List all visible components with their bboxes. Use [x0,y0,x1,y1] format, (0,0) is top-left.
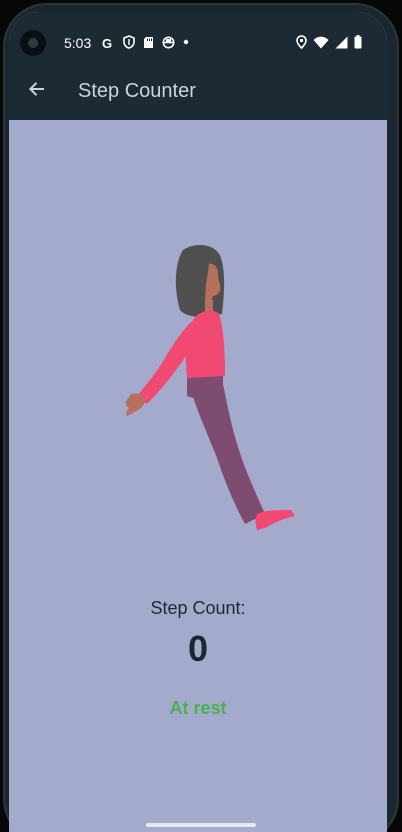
location-icon [296,35,307,49]
status-icons-left: G [102,35,189,49]
status-bar: 5:03 G [9,12,387,62]
shield-icon [123,35,135,49]
app-bar: Step Counter [9,62,387,120]
app-screen: 5:03 G Step Counter Step Count: 0 At res… [9,12,387,832]
app-icon [162,35,175,49]
battery-icon [354,35,362,49]
device-frame: 5:03 G Step Counter Step Count: 0 At res… [0,0,402,832]
walking-woman-illustration [125,245,295,530]
google-icon: G [102,35,115,49]
status-time: 5:03 [64,35,92,51]
signal-icon [335,35,348,49]
front-camera [20,30,46,56]
status-icons-right [296,35,362,49]
page-title: Step Counter [78,80,196,102]
home-indicator[interactable] [146,823,256,827]
step-count-value: 0 [187,628,209,669]
wifi-icon [313,35,329,49]
svg-text:G: G [102,36,112,49]
camera-lens [28,38,38,48]
arrow-back-icon [27,79,47,104]
back-button[interactable] [23,77,51,105]
step-count-label: Step Count: [150,598,246,618]
activity-status: At rest [169,698,227,718]
main-content: Step Count: 0 At rest [9,120,387,832]
sd-card-icon [143,35,154,49]
dot-icon [183,35,189,49]
